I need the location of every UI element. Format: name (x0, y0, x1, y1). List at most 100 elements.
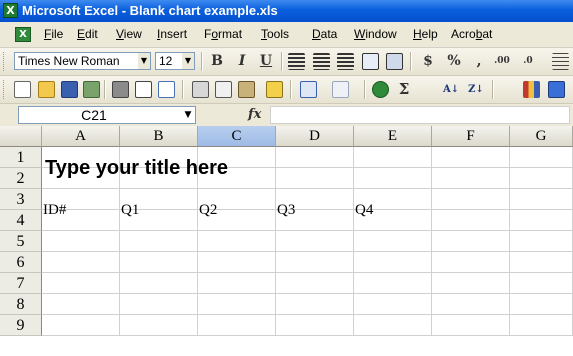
print-preview-icon[interactable] (135, 81, 152, 98)
percent-button[interactable]: % (446, 52, 462, 71)
cell-d3[interactable]: Q3 (276, 200, 354, 221)
comma-style-button[interactable]: , (471, 52, 487, 71)
cell-e3[interactable]: Q4 (354, 200, 432, 221)
row-header-7[interactable]: 7 (0, 273, 42, 294)
grid-cell[interactable] (432, 294, 510, 315)
column-header-a[interactable]: A (42, 126, 120, 147)
borders-icon[interactable] (386, 53, 403, 70)
grid-cell[interactable] (510, 273, 573, 294)
grid-cell[interactable] (510, 168, 573, 189)
grid-cell[interactable] (120, 315, 198, 336)
toolbar-grip[interactable] (3, 52, 7, 71)
grid-cell[interactable] (276, 294, 354, 315)
grid-cell[interactable] (276, 147, 354, 168)
cell-c3[interactable]: Q2 (198, 200, 276, 221)
grid-cell[interactable] (276, 315, 354, 336)
autosum-button[interactable]: Σ (396, 80, 412, 99)
column-header-c[interactable]: C (198, 126, 276, 147)
grid-cell[interactable] (276, 252, 354, 273)
row-header-4[interactable]: 4 (0, 210, 42, 231)
grid-cell[interactable] (120, 252, 198, 273)
cell-a3[interactable]: ID# (42, 200, 120, 221)
grid-cell[interactable] (120, 294, 198, 315)
grid-cell[interactable] (510, 231, 573, 252)
grid-cell[interactable] (432, 189, 510, 210)
paste-icon[interactable] (238, 81, 255, 98)
menu-file[interactable]: File (44, 27, 63, 42)
bold-button[interactable]: B (209, 52, 225, 71)
new-document-icon[interactable] (14, 81, 31, 98)
menu-data[interactable]: Data (312, 27, 337, 42)
title-cell-a1[interactable]: Type your title here (42, 158, 272, 179)
row-header-9[interactable]: 9 (0, 315, 42, 336)
menu-window[interactable]: Window (354, 27, 397, 42)
grid-cell[interactable] (198, 294, 276, 315)
grid-cell[interactable] (432, 210, 510, 231)
grid-cell[interactable] (276, 231, 354, 252)
underline-button[interactable]: U (258, 52, 274, 71)
grid-cell[interactable] (276, 168, 354, 189)
menu-insert[interactable]: Insert (157, 27, 187, 42)
italic-button[interactable]: I (234, 52, 250, 71)
row-header-1[interactable]: 1 (0, 147, 42, 168)
grid-cell[interactable] (354, 252, 432, 273)
chart-wizard-icon[interactable] (523, 81, 540, 98)
grid-cell[interactable] (198, 315, 276, 336)
open-folder-icon[interactable] (38, 81, 55, 98)
menu-help[interactable]: Help (413, 27, 438, 42)
grid-cell[interactable] (432, 252, 510, 273)
grid-cell[interactable] (432, 168, 510, 189)
grid-cell[interactable] (198, 273, 276, 294)
grid-cell[interactable] (120, 231, 198, 252)
grid-cell[interactable] (510, 189, 573, 210)
grid-cell[interactable] (42, 273, 120, 294)
cell-b3[interactable]: Q1 (120, 200, 198, 221)
grid-cell[interactable] (510, 315, 573, 336)
menu-tools[interactable]: Tools (261, 27, 289, 42)
font-size-select[interactable]: 12 ▼ (155, 52, 195, 70)
grid-cell[interactable] (432, 147, 510, 168)
column-header-b[interactable]: B (120, 126, 198, 147)
decrease-decimal-button[interactable]: .0 (520, 52, 536, 71)
align-left-icon[interactable] (288, 53, 305, 70)
grid-cell[interactable] (432, 231, 510, 252)
workbook-icon[interactable]: X (15, 27, 31, 42)
menu-view[interactable]: View (116, 27, 142, 42)
font-name-select[interactable]: Times New Roman ▼ (14, 52, 151, 70)
permission-icon[interactable] (83, 81, 100, 98)
grid-cell[interactable] (510, 147, 573, 168)
grid-cell[interactable] (354, 315, 432, 336)
cut-icon[interactable] (192, 81, 209, 98)
grid-cell[interactable] (432, 273, 510, 294)
row-header-3[interactable]: 3 (0, 189, 42, 210)
grid-cell[interactable] (42, 294, 120, 315)
menu-acrobat[interactable]: Acrobat (451, 27, 492, 42)
grid-cell[interactable] (42, 315, 120, 336)
copy-icon[interactable] (215, 81, 232, 98)
save-icon[interactable] (61, 81, 78, 98)
grid-cell[interactable] (276, 273, 354, 294)
chevron-down-icon[interactable]: ▼ (181, 107, 195, 123)
grid-cell[interactable] (510, 252, 573, 273)
redo-icon[interactable] (332, 81, 349, 98)
format-painter-icon[interactable] (266, 81, 283, 98)
row-header-2[interactable]: 2 (0, 168, 42, 189)
hyperlink-icon[interactable] (372, 81, 389, 98)
sort-ascending-button[interactable]: A↓ (443, 80, 459, 99)
excel-app-icon[interactable]: X (3, 3, 18, 18)
merge-center-icon[interactable] (362, 53, 379, 70)
column-header-g[interactable]: G (510, 126, 573, 147)
undo-icon[interactable] (300, 81, 317, 98)
indent-icon[interactable] (552, 53, 569, 70)
row-header-6[interactable]: 6 (0, 252, 42, 273)
menu-edit[interactable]: Edit (77, 27, 98, 42)
column-header-f[interactable]: F (432, 126, 510, 147)
row-header-8[interactable]: 8 (0, 294, 42, 315)
row-header-5[interactable]: 5 (0, 231, 42, 252)
grid-cell[interactable] (42, 231, 120, 252)
chevron-down-icon[interactable]: ▼ (138, 53, 150, 69)
toolbar-grip[interactable] (3, 80, 7, 99)
menu-format[interactable]: Format (204, 27, 242, 42)
grid-cell[interactable] (198, 252, 276, 273)
column-header-d[interactable]: D (276, 126, 354, 147)
